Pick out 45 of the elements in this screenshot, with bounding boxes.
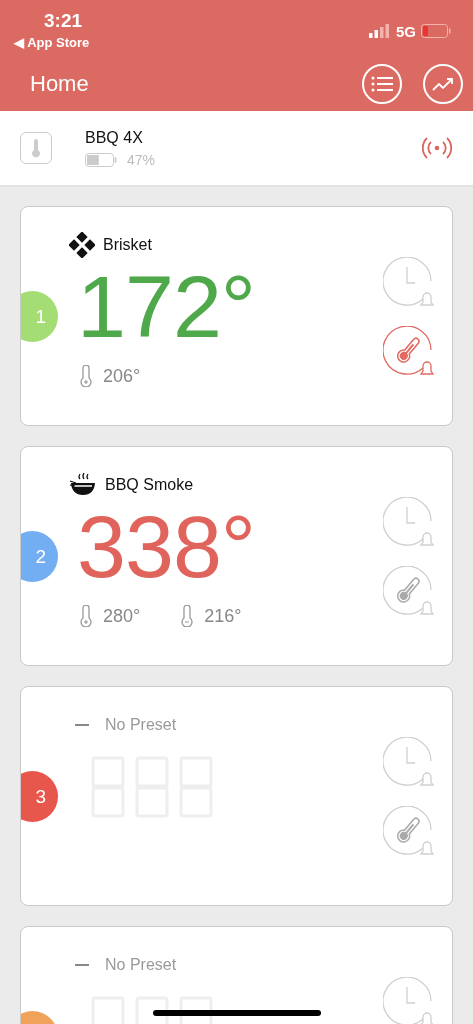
thermometer-plus-icon	[79, 365, 93, 387]
device-name: BBQ 4X	[85, 128, 144, 147]
page-title: Home	[30, 70, 90, 97]
list-icon	[371, 75, 393, 92]
timer-alarm-button[interactable]	[383, 737, 435, 789]
timer-alarm-button[interactable]	[383, 497, 435, 549]
thermometer-icon	[20, 132, 52, 164]
dash-icon	[75, 723, 89, 727]
preset-icon	[69, 232, 95, 258]
preset-name: No Preset	[105, 716, 177, 734]
temperature-alarm-button[interactable]	[383, 806, 435, 858]
battery-percent: 47%	[127, 151, 156, 168]
timer-alarm-button[interactable]	[383, 977, 435, 1024]
battery-icon	[421, 24, 451, 38]
probe-card[interactable]: 2 BBQ Smoke 338° 280° 216°	[20, 446, 453, 666]
temperature-reading: 338°	[77, 497, 256, 597]
probe-card[interactable]: 3 No Preset	[20, 686, 453, 906]
broadcast-icon	[421, 136, 453, 160]
thermometer-minus-icon	[180, 605, 195, 627]
temperature-reading: 172°	[77, 257, 256, 357]
network-type: 5G	[396, 22, 416, 40]
chart-button[interactable]	[423, 63, 463, 104]
status-time: 3:21	[44, 10, 83, 32]
preset-name: No Preset	[105, 956, 177, 974]
dash-icon	[75, 963, 89, 967]
back-link[interactable]: ◀ App Store	[14, 35, 90, 50]
thermometer-plus-icon	[79, 605, 93, 627]
temperature-alarm-button[interactable]	[383, 326, 435, 378]
chart-icon	[432, 75, 454, 92]
probe-card[interactable]: 1 Brisket 172° 206°	[20, 206, 453, 426]
probe-number-badge: 2	[21, 531, 58, 582]
preset-name: BBQ Smoke	[105, 476, 194, 494]
target-temperature: 216°	[204, 605, 242, 627]
grill-icon	[69, 472, 97, 498]
timer-alarm-button[interactable]	[383, 257, 435, 309]
probe-number-badge: 1	[21, 291, 58, 342]
preset-name: Brisket	[103, 236, 152, 254]
temperature-alarm-button[interactable]	[383, 566, 435, 618]
target-temperature: 206°	[103, 365, 141, 387]
battery-icon	[85, 152, 117, 167]
list-button[interactable]	[362, 63, 402, 104]
target-temperature: 280°	[103, 605, 141, 627]
probe-number-badge: 3	[21, 771, 58, 822]
probe-card[interactable]: No Preset	[20, 926, 453, 1024]
signal-icon	[369, 24, 391, 38]
